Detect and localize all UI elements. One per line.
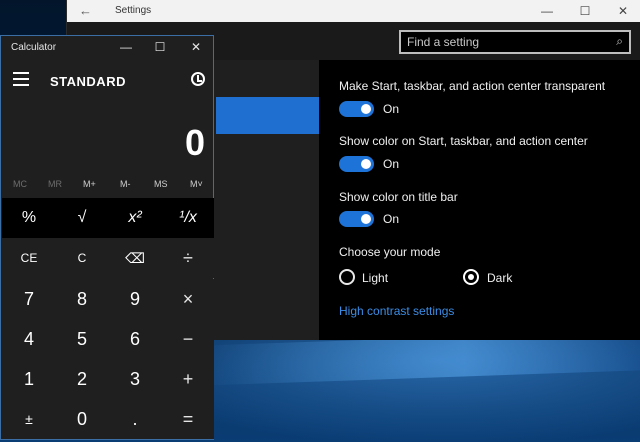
option-transparent-label: Make Start, taskbar, and action center t… [339, 79, 606, 93]
memory-store-button[interactable]: MS [154, 179, 168, 189]
key-equals[interactable]: = [162, 399, 214, 439]
key-8[interactable]: 8 [56, 279, 108, 319]
key-subtract[interactable]: − [162, 319, 214, 359]
toggle-knob [361, 159, 371, 169]
key-0[interactable]: 0 [56, 399, 108, 439]
high-contrast-link[interactable]: High contrast settings [339, 304, 454, 318]
toggle-color-titlebar-state: On [383, 212, 400, 226]
key-7[interactable]: 7 [3, 279, 55, 319]
key-reciprocal[interactable]: ¹/x [162, 198, 214, 238]
key-negate[interactable]: ± [3, 399, 55, 439]
hamburger-menu-icon[interactable] [13, 72, 29, 90]
toggle-transparent-state: On [383, 102, 400, 116]
radio-dark-label: Dark [487, 271, 513, 285]
option-color-titlebar-label: Show color on title bar [339, 190, 458, 204]
toggle-color-titlebar[interactable] [339, 211, 374, 227]
calculator-window-title: Calculator [11, 42, 57, 53]
option-color-start-label: Show color on Start, taskbar, and action… [339, 134, 588, 148]
radio-light-label: Light [362, 271, 389, 285]
memory-clear-button[interactable]: MC [13, 179, 27, 189]
history-icon[interactable] [191, 72, 205, 86]
calculator-mode: STANDARD [50, 74, 126, 89]
back-arrow-icon[interactable]: ← [79, 3, 92, 18]
maximize-icon[interactable]: ☐ [575, 2, 595, 20]
choose-mode-label: Choose your mode [339, 245, 441, 259]
toggle-color-start-state: On [383, 157, 400, 171]
radio-dot [468, 274, 474, 280]
toggle-knob [361, 104, 371, 114]
key-6[interactable]: 6 [109, 319, 161, 359]
search-icon[interactable]: ⌕ [616, 34, 623, 49]
key-2[interactable]: 2 [56, 359, 108, 399]
key-clear[interactable]: C [56, 238, 108, 278]
calc-maximize-icon[interactable]: ☐ [151, 39, 169, 55]
backspace-icon[interactable]: ⌫ [109, 238, 161, 278]
toggle-knob [361, 214, 371, 224]
key-9[interactable]: 9 [109, 279, 161, 319]
key-clear-entry[interactable]: CE [3, 238, 55, 278]
radio-dark[interactable] [463, 269, 479, 285]
memory-subtract-button[interactable]: M- [120, 179, 131, 189]
key-add[interactable]: + [162, 359, 214, 399]
close-icon[interactable]: ✕ [613, 2, 633, 20]
key-divide[interactable]: ÷ [162, 238, 214, 278]
calc-close-icon[interactable]: ✕ [187, 39, 205, 55]
memory-add-button[interactable]: M+ [83, 179, 96, 189]
settings-content: Make Start, taskbar, and action center t… [319, 60, 640, 340]
key-decimal[interactable]: . [109, 399, 161, 439]
memory-list-button[interactable]: M˅ [190, 179, 203, 189]
radio-light[interactable] [339, 269, 355, 285]
key-square[interactable]: x² [109, 198, 161, 238]
settings-window-title: Settings [115, 5, 152, 16]
key-5[interactable]: 5 [56, 319, 108, 359]
key-sqrt[interactable]: √ [56, 198, 108, 238]
settings-titlebar: ← Settings — ☐ ✕ [67, 0, 640, 22]
calculator-display: 0 [184, 122, 205, 163]
search-input[interactable]: Find a setting ⌕ [399, 30, 631, 54]
toggle-color-start[interactable] [339, 156, 374, 172]
key-1[interactable]: 1 [3, 359, 55, 399]
nav-selected-item[interactable] [216, 97, 319, 134]
key-4[interactable]: 4 [3, 319, 55, 359]
key-3[interactable]: 3 [109, 359, 161, 399]
memory-recall-button[interactable]: MR [48, 179, 62, 189]
calculator-window: Calculator — ☐ ✕ STANDARD 0 MC MR M+ M- … [0, 35, 214, 440]
calc-minimize-icon[interactable]: — [117, 39, 135, 55]
key-percent[interactable]: % [3, 198, 55, 238]
search-placeholder: Find a setting [407, 35, 480, 49]
key-multiply[interactable]: × [162, 279, 214, 319]
toggle-transparent[interactable] [339, 101, 374, 117]
minimize-icon[interactable]: — [537, 2, 557, 20]
